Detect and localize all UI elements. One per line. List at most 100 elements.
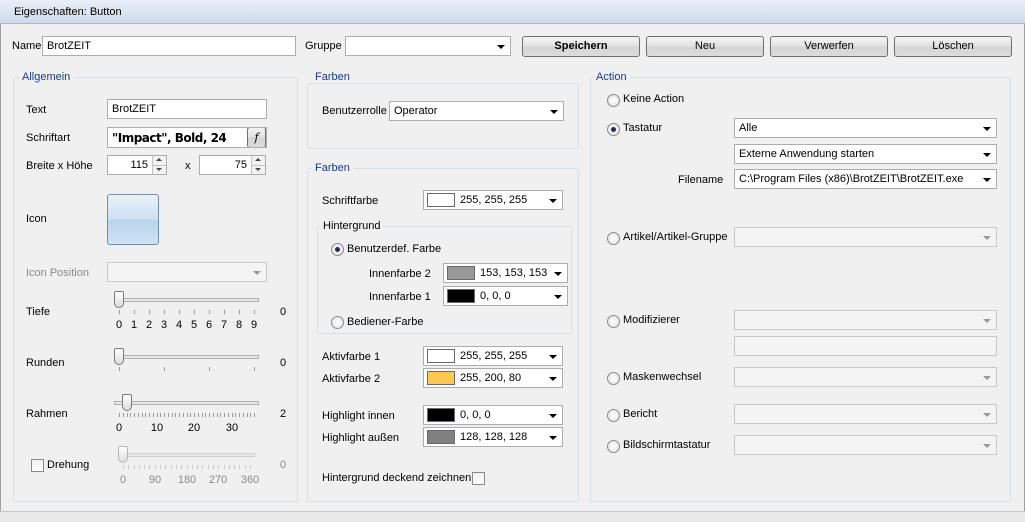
drehung-slider[interactable]: 0 90 180 270 360: [118, 446, 259, 486]
icon-position-dropdown[interactable]: [107, 262, 267, 282]
slider-tick: [164, 310, 165, 314]
width-value: 115: [130, 159, 148, 171]
drehung-value: 0: [280, 459, 287, 471]
spin-up-icon[interactable]: [251, 156, 265, 165]
slider-thumb[interactable]: [122, 394, 132, 411]
delete-button[interactable]: Löschen: [894, 36, 1012, 57]
artikel-radio[interactable]: [607, 232, 620, 245]
keine-action-label: Keine Action: [623, 93, 685, 105]
color-value: 255, 200, 80: [460, 372, 522, 384]
spin-down-icon[interactable]: [152, 165, 166, 174]
benutzerdef-label: Benutzerdef. Farbe: [347, 243, 442, 255]
name-input[interactable]: BrotZEIT: [42, 36, 296, 56]
modifizierer-dropdown[interactable]: [734, 310, 997, 330]
bildschirm-radio[interactable]: [607, 440, 620, 453]
slider-track[interactable]: [114, 298, 259, 302]
role-dropdown[interactable]: Operator: [389, 101, 564, 121]
slider-tick-label: 9: [250, 319, 258, 331]
hl-innen-dropdown[interactable]: 0, 0, 0: [423, 405, 563, 425]
runden-slider[interactable]: [114, 348, 259, 378]
slider-tick: [172, 413, 173, 417]
artikel-dropdown[interactable]: [734, 227, 997, 247]
slider-thumb[interactable]: [114, 348, 124, 365]
benutzerdef-radio[interactable]: [331, 243, 344, 256]
font-dialog-button[interactable]: f: [247, 128, 266, 147]
color-swatch: [447, 289, 475, 303]
slider-tick: [224, 310, 225, 314]
bildschirm-dropdown[interactable]: [734, 435, 997, 455]
icon-preview-button[interactable]: [107, 194, 159, 245]
slider-tick: [139, 465, 140, 469]
drehung-checkbox[interactable]: [31, 459, 44, 472]
schriftfarbe-dropdown[interactable]: 255, 255, 255: [423, 190, 563, 210]
schriftfarbe-label: Schriftfarbe: [322, 195, 379, 207]
filename-dropdown[interactable]: C:\Program Files (x86)\BrotZEIT\BrotZEIT…: [734, 169, 997, 189]
maskenwechsel-radio[interactable]: [607, 372, 620, 385]
slider-tick: [194, 310, 195, 314]
slider-tick: [130, 413, 131, 417]
icon-position-label: Icon Position: [26, 267, 89, 279]
slider-tick: [213, 413, 214, 417]
slider-tick: [208, 465, 209, 469]
font-picker[interactable]: "Impact", Bold, 24 f: [107, 127, 267, 148]
tastatur-dropdown[interactable]: Alle: [734, 118, 997, 138]
status-bar: [0, 511, 1025, 522]
slider-tick: [187, 465, 188, 469]
tiefe-slider[interactable]: 0123456789: [114, 291, 259, 331]
slider-tick-label: 0: [115, 319, 123, 331]
slider-thumb[interactable]: [118, 446, 128, 463]
modifizierer-radio[interactable]: [607, 315, 620, 328]
save-button[interactable]: Speichern: [522, 36, 640, 57]
discard-button[interactable]: Verwerfen: [770, 36, 888, 57]
rahmen-slider[interactable]: 0 10 20 30: [114, 394, 259, 434]
slider-tick: [202, 413, 203, 417]
new-button[interactable]: Neu: [646, 36, 764, 57]
chevron-down-icon: [549, 414, 557, 418]
modifizierer-input[interactable]: [734, 336, 997, 356]
tastatur-radio[interactable]: [607, 123, 620, 136]
aktiv2-dropdown[interactable]: 255, 200, 80: [423, 368, 563, 388]
color-value: 255, 255, 255: [460, 194, 528, 206]
title-bar: Eigenschaften: Button: [0, 0, 1025, 24]
farben-colors-title: Farben: [312, 162, 353, 174]
slider-track[interactable]: [114, 355, 259, 359]
bericht-radio[interactable]: [607, 409, 620, 422]
aktiv1-dropdown[interactable]: 255, 255, 255: [423, 346, 563, 366]
bericht-dropdown[interactable]: [734, 404, 997, 424]
slider-tick: [175, 413, 176, 417]
height-spinner[interactable]: 75: [199, 155, 266, 175]
width-spinner[interactable]: 115: [107, 155, 167, 175]
slider-tick: [232, 413, 233, 417]
font-label: Schriftart: [26, 132, 71, 144]
slider-tick: [149, 310, 150, 314]
slider-tick: [243, 413, 244, 417]
slider-tick: [254, 413, 255, 417]
maskenwechsel-dropdown[interactable]: [734, 367, 997, 387]
color-value: 128, 128, 128: [460, 431, 528, 443]
deckend-checkbox[interactable]: [472, 472, 485, 485]
text-input[interactable]: BrotZEIT: [107, 99, 267, 119]
hl-aussen-dropdown[interactable]: 128, 128, 128: [423, 427, 563, 447]
slider-tick-label: 360: [240, 474, 260, 486]
bediener-radio[interactable]: [331, 316, 344, 329]
keine-action-radio[interactable]: [607, 94, 620, 107]
filename-value: C:\Program Files (x86)\BrotZEIT\BrotZEIT…: [739, 173, 964, 185]
modifizierer-label: Modifizierer: [623, 314, 680, 326]
slider-tick: [155, 465, 156, 469]
slider-thumb[interactable]: [114, 291, 124, 308]
color-swatch: [427, 349, 455, 363]
slider-tick: [119, 367, 120, 371]
color-value: 0, 0, 0: [480, 290, 511, 302]
gruppe-dropdown[interactable]: [345, 36, 511, 56]
spin-up-icon[interactable]: [152, 156, 166, 165]
slider-track[interactable]: [114, 401, 259, 405]
innen2-dropdown[interactable]: 153, 153, 153: [443, 263, 568, 283]
maskenwechsel-label: Maskenwechsel: [623, 371, 702, 383]
slider-tick: [157, 413, 158, 417]
innen1-dropdown[interactable]: 0, 0, 0: [443, 286, 568, 306]
spin-down-icon[interactable]: [251, 165, 265, 174]
chevron-down-icon: [983, 127, 991, 131]
tastatur-action-dropdown[interactable]: Externe Anwendung starten: [734, 144, 997, 164]
slider-track[interactable]: [118, 453, 255, 457]
bildschirm-label: Bildschirmtastatur: [623, 439, 711, 451]
